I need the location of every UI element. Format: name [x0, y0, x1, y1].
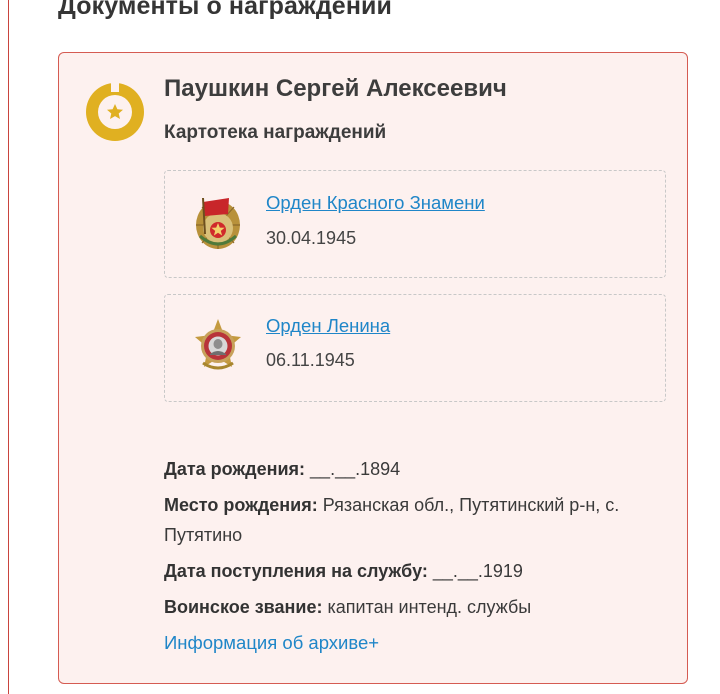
archive-info-link[interactable]: Информация об архиве+	[164, 628, 379, 658]
rank-label: Воинское звание:	[164, 597, 323, 617]
birth-place-label: Место рождения:	[164, 495, 318, 515]
order-lenin-icon	[195, 319, 241, 370]
order-red-banner-icon	[196, 197, 240, 249]
award-item: Орден Красного Знамени 30.04.1945	[164, 170, 666, 278]
section-title: Документы о награждении	[58, 0, 392, 20]
service-date-row: Дата поступления на службу: __.__.1919	[164, 556, 523, 586]
award-date: 06.11.1945	[266, 350, 355, 370]
left-border-line	[8, 0, 9, 694]
award-date: 30.04.1945	[266, 228, 357, 248]
service-date-label: Дата поступления на службу:	[164, 561, 428, 581]
birth-date-row: Дата рождения: __.__.1894	[164, 454, 400, 484]
card-subtitle: Картотека награждений	[164, 122, 387, 143]
birth-place-row: Место рождения: Рязанская обл., Путятинс…	[164, 490, 664, 550]
rank-row: Воинское звание: капитан интенд. службы	[164, 592, 531, 622]
rank-value: капитан интенд. службы	[322, 597, 532, 617]
person-name: Паушкин Сергей Алексеевич	[164, 75, 507, 102]
birth-date-label: Дата рождения:	[164, 459, 306, 479]
award-card: Паушкин Сергей Алексеевич Картотека нагр…	[58, 52, 688, 684]
birth-date-value: __.__.1894	[305, 459, 401, 479]
award-link[interactable]: Орден Красного Знамени	[266, 192, 485, 214]
service-date-value: __.__.1919	[427, 561, 523, 581]
award-item: Орден Ленина 06.11.1945	[164, 294, 666, 402]
award-link[interactable]: Орден Ленина	[266, 315, 390, 337]
star-badge-icon	[86, 81, 144, 141]
